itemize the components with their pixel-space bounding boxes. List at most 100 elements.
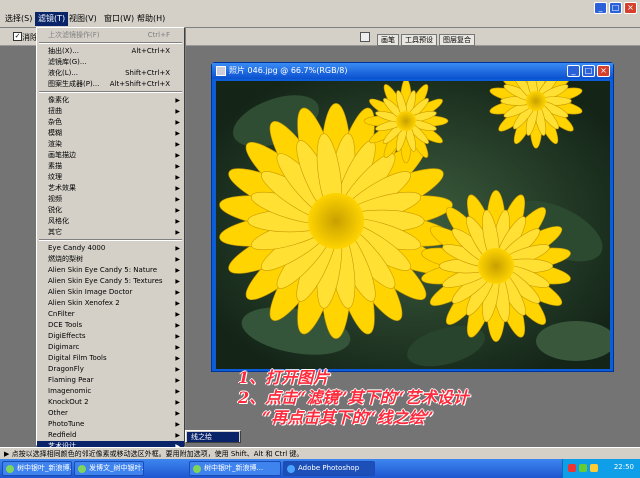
document-title: 照片 046.jpg @ 66.7%(RGB/8) xyxy=(229,66,348,75)
filter-menu-item[interactable]: Eye Candy 4000 ▶ xyxy=(37,243,184,254)
volume-icon[interactable] xyxy=(590,464,598,472)
filter-menu-item[interactable]: 渲染 ▶ xyxy=(37,139,184,150)
submenu-arrow-icon: ▶ xyxy=(175,245,180,252)
submenu-arrow-icon: ▶ xyxy=(175,333,180,340)
menu-item-label: KnockOut 2 xyxy=(48,398,89,406)
filter-menu-item[interactable]: CnFilter ▶ xyxy=(37,309,184,320)
submenu-arrow-icon: ▶ xyxy=(175,421,180,428)
submenu-item-line-drawing[interactable]: 线之绘 xyxy=(187,432,239,442)
filter-menu-item[interactable]: Alien Skin Xenofex 2 ▶ xyxy=(37,298,184,309)
filter-menu-item[interactable]: 艺术效果 ▶ xyxy=(37,183,184,194)
menu-item-label: 艺术效果 xyxy=(48,184,76,192)
filter-menu-item[interactable]: PhotoTune ▶ xyxy=(37,419,184,430)
submenu-arrow-icon: ▶ xyxy=(175,256,180,263)
document-titlebar[interactable]: 照片 046.jpg @ 66.7%(RGB/8) xyxy=(212,63,613,79)
menu-view[interactable]: 视图(V) xyxy=(66,12,100,26)
menu-item-label: Alien Skin Eye Candy 5: Textures xyxy=(48,277,163,285)
filter-menu-item[interactable]: DCE Tools ▶ xyxy=(37,320,184,331)
filter-menu-item[interactable]: Alien Skin Eye Candy 5: Nature ▶ xyxy=(37,265,184,276)
status-bar: ▶ 点按以选择相同颜色的邻近像素或移动选区外框。要用附加选项，使用 Shift、… xyxy=(0,447,640,459)
photoshop-doc-icon xyxy=(216,66,226,76)
filter-menu-item[interactable]: 视频 ▶ xyxy=(37,194,184,205)
filter-menu-item[interactable]: 素描 ▶ xyxy=(37,161,184,172)
photoshop-icon xyxy=(287,465,295,473)
tray-icon[interactable] xyxy=(568,464,576,472)
submenu-arrow-icon: ▶ xyxy=(175,399,180,406)
palette-tab-layer-comps[interactable]: 图层复合 xyxy=(439,34,475,46)
filter-menu-item[interactable]: Digital Film Tools ▶ xyxy=(37,353,184,364)
doc-maximize-button[interactable]: □ xyxy=(582,65,595,77)
minimize-button[interactable]: _ xyxy=(594,2,607,14)
submenu-arrow-icon: ▶ xyxy=(175,207,180,214)
submenu-arrow-icon: ▶ xyxy=(175,300,180,307)
taskbar-label: Adobe Photoshop xyxy=(298,464,360,472)
filter-menu-item[interactable]: Other ▶ xyxy=(37,408,184,419)
menu-item-label: CnFilter xyxy=(48,310,75,318)
submenu-arrow-icon: ▶ xyxy=(175,432,180,439)
taskbar-button-photoshop[interactable]: Adobe Photoshop xyxy=(283,461,375,476)
submenu-arrow-icon: ▶ xyxy=(175,344,180,351)
filter-menu-item[interactable]: 抽出(X)... Alt+Ctrl+X xyxy=(37,46,184,57)
taskbar-button-blog2[interactable]: 树中银叶_新浪博... xyxy=(189,461,281,476)
chrysanthemum-photo[interactable] xyxy=(216,81,610,369)
submenu-arrow-icon: ▶ xyxy=(175,377,180,384)
filter-menu-item[interactable]: DragonFly ▶ xyxy=(37,364,184,375)
filter-menu-item[interactable]: Alien Skin Eye Candy 5: Textures ▶ xyxy=(37,276,184,287)
filter-menu-item[interactable]: KnockOut 2 ▶ xyxy=(37,397,184,408)
menu-filter[interactable]: 滤镜(T) xyxy=(35,12,69,26)
status-arrow-icon[interactable]: ▶ xyxy=(4,450,9,458)
filter-menu-item[interactable]: 滤镜库(G)... xyxy=(37,57,184,68)
filter-menu-item[interactable]: 其它 ▶ xyxy=(37,227,184,238)
filter-menu-item[interactable]: 风格化 ▶ xyxy=(37,216,184,227)
menu-item-label: 滤镜库(G)... xyxy=(48,58,87,66)
antialias-checkbox[interactable]: ✓ xyxy=(13,32,22,41)
menu-window[interactable]: 窗口(W) xyxy=(101,12,137,26)
menu-help[interactable]: 帮助(H) xyxy=(134,12,168,26)
filter-menu-item[interactable]: 纹理 ▶ xyxy=(37,172,184,183)
close-button[interactable]: × xyxy=(624,2,637,14)
maximize-button[interactable]: □ xyxy=(609,2,622,14)
submenu-arrow-icon: ▶ xyxy=(175,289,180,296)
filter-menu-item[interactable]: Digimarc ▶ xyxy=(37,342,184,353)
menu-item-label: DigiEffects xyxy=(48,332,86,340)
taskbar-button-post[interactable]: 发博文_树中银叶... xyxy=(74,461,144,476)
menu-select[interactable]: 选择(S) xyxy=(2,12,35,26)
menu-item-shortcut: Ctrl+F xyxy=(147,31,170,39)
submenu-arrow-icon: ▶ xyxy=(175,278,180,285)
palette-tab-tool-presets[interactable]: 工具预设 xyxy=(401,34,437,46)
taskbar-label: 树中银叶_新浪博... xyxy=(204,464,264,472)
doc-minimize-button[interactable]: _ xyxy=(567,65,580,77)
filter-menu-item[interactable]: 图案生成器(P)... Alt+Shift+Ctrl+X xyxy=(37,79,184,90)
submenu-arrow-icon: ▶ xyxy=(175,152,180,159)
doc-close-button[interactable]: × xyxy=(597,65,610,77)
clock: 22:50 xyxy=(613,463,634,471)
filter-menu-item[interactable]: Redfield ▶ xyxy=(37,430,184,441)
submenu-arrow-icon: ▶ xyxy=(175,196,180,203)
filter-menu-item[interactable]: Alien Skin Image Doctor ▶ xyxy=(37,287,184,298)
palette-well: 画笔 工具预设 图层复合 xyxy=(377,34,475,46)
submenu-arrow-icon: ▶ xyxy=(175,108,180,115)
workspace-icon[interactable] xyxy=(360,32,370,42)
filter-menu-item[interactable]: Flaming Pear ▶ xyxy=(37,375,184,386)
menu-item-label: 燃烧的梨树 xyxy=(48,255,83,263)
submenu-arrow-icon: ▶ xyxy=(175,141,180,148)
ie-icon xyxy=(193,465,201,473)
filter-menu-item[interactable]: 像素化 ▶ xyxy=(37,95,184,106)
menu-separator xyxy=(39,239,182,241)
filter-menu-item[interactable]: DigiEffects ▶ xyxy=(37,331,184,342)
filter-menu-item[interactable]: 画笔描边 ▶ xyxy=(37,150,184,161)
menu-item-label: 锐化 xyxy=(48,206,62,214)
filter-menu-item[interactable]: 燃烧的梨树 ▶ xyxy=(37,254,184,265)
taskbar-label: 发博文_树中银叶... xyxy=(89,464,144,472)
tray-icon[interactable] xyxy=(579,464,587,472)
filter-menu-item[interactable]: 杂色 ▶ xyxy=(37,117,184,128)
filter-menu-item[interactable]: Imagenomic ▶ xyxy=(37,386,184,397)
filter-menu-item[interactable]: 模糊 ▶ xyxy=(37,128,184,139)
filter-menu-item[interactable]: 扭曲 ▶ xyxy=(37,106,184,117)
taskbar-button-blog1[interactable]: 树中银叶_新浪博... xyxy=(2,461,72,476)
palette-tab-brushes[interactable]: 画笔 xyxy=(377,34,399,46)
filter-menu-item[interactable]: 液化(L)... Shift+Ctrl+X xyxy=(37,68,184,79)
menu-item-shortcut: Shift+Ctrl+X xyxy=(125,69,170,77)
filter-menu-item[interactable]: 锐化 ▶ xyxy=(37,205,184,216)
menu-item-shortcut: Alt+Ctrl+X xyxy=(131,47,170,55)
